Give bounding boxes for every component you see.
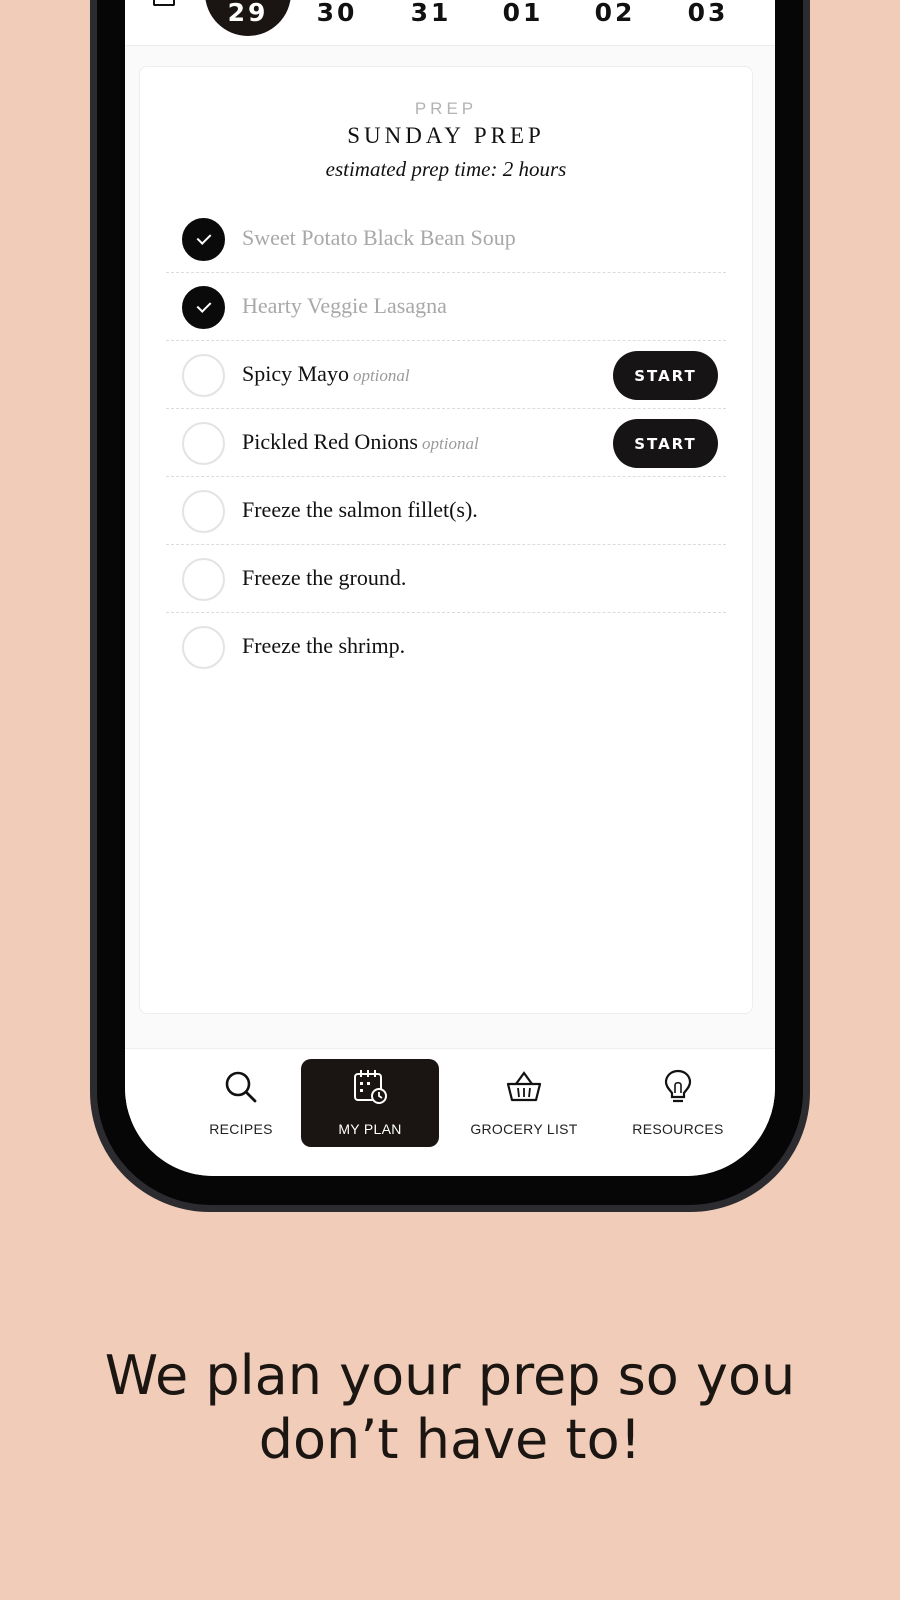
prep-item[interactable]: Sweet Potato Black Bean Soup [166, 205, 726, 273]
prep-item[interactable]: Pickled Red Onions optional START [166, 409, 726, 477]
prep-item[interactable]: Hearty Veggie Lasagna [166, 273, 726, 341]
prep-item[interactable]: Freeze the salmon fillet(s). [166, 477, 726, 545]
search-icon [225, 1071, 257, 1103]
empty-circle-icon[interactable] [182, 354, 225, 397]
prep-item[interactable]: Freeze the ground. [166, 545, 726, 613]
checked-circle-icon[interactable] [182, 218, 225, 261]
prep-item-label: Freeze the ground. [242, 565, 407, 590]
tagline: We plan your prep so you don’t have to! [104, 1344, 796, 1471]
app-screen: 29 30 31 01 02 03 PREP SUNDAY PREP estim… [125, 0, 775, 1176]
card-kicker: PREP [414, 99, 478, 118]
lightbulb-icon [664, 1069, 692, 1103]
basket-icon [506, 1071, 542, 1102]
nav-label: GROCERY LIST [470, 1121, 578, 1137]
date-strip: 29 30 31 01 02 03 [125, 0, 775, 46]
nav-my-plan[interactable]: MY PLAN [301, 1059, 439, 1147]
prep-list: Sweet Potato Black Bean Soup Hearty Vegg… [166, 205, 726, 681]
start-button[interactable]: START [613, 351, 718, 400]
date-01[interactable]: 01 [488, 0, 558, 25]
prep-item[interactable]: Freeze the shrimp. [166, 613, 726, 681]
nav-recipes[interactable]: RECIPES [172, 1059, 310, 1147]
nav-label: MY PLAN [338, 1121, 402, 1137]
prep-item[interactable]: Spicy Mayo optional START [166, 341, 726, 409]
empty-circle-icon[interactable] [182, 490, 225, 533]
date-02[interactable]: 02 [580, 0, 650, 25]
prep-item-label: Freeze the shrimp. [242, 633, 406, 658]
item-name: Pickled Red Onions [242, 429, 418, 454]
optional-tag: optional [352, 366, 410, 385]
nav-label: RECIPES [209, 1121, 273, 1137]
bottom-nav: RECIPES MY PLAN GROCERY LIST RESOURCES [125, 1048, 775, 1176]
item-name: Spicy Mayo [242, 361, 349, 386]
start-button[interactable]: START [613, 419, 718, 468]
prep-item-label: Freeze the salmon fillet(s). [242, 497, 478, 522]
prep-item-label: Hearty Veggie Lasagna [242, 293, 447, 318]
date-31[interactable]: 31 [396, 0, 466, 25]
date-30[interactable]: 30 [302, 0, 372, 25]
checked-circle-icon[interactable] [182, 286, 225, 329]
card-title: SUNDAY PREP [347, 123, 545, 148]
empty-circle-icon[interactable] [182, 558, 225, 601]
prep-card: PREP SUNDAY PREP estimated prep time: 2 … [139, 66, 753, 1014]
calendar-clock-icon [354, 1070, 387, 1104]
prep-item-label: Pickled Red Onions optional [242, 429, 479, 455]
empty-circle-icon[interactable] [182, 626, 225, 669]
nav-label: RESOURCES [632, 1121, 724, 1137]
prep-item-label: Sweet Potato Black Bean Soup [242, 225, 516, 250]
prep-item-label: Spicy Mayo optional [242, 361, 410, 387]
nav-resources[interactable]: RESOURCES [609, 1059, 747, 1147]
date-29[interactable]: 29 [205, 0, 291, 36]
prep-time-subtitle: estimated prep time: 2 hours [325, 157, 567, 181]
calendar-icon[interactable] [153, 0, 175, 6]
nav-grocery-list[interactable]: GROCERY LIST [455, 1059, 593, 1147]
date-03[interactable]: 03 [673, 0, 743, 25]
optional-tag: optional [422, 434, 479, 453]
empty-circle-icon[interactable] [182, 422, 225, 465]
